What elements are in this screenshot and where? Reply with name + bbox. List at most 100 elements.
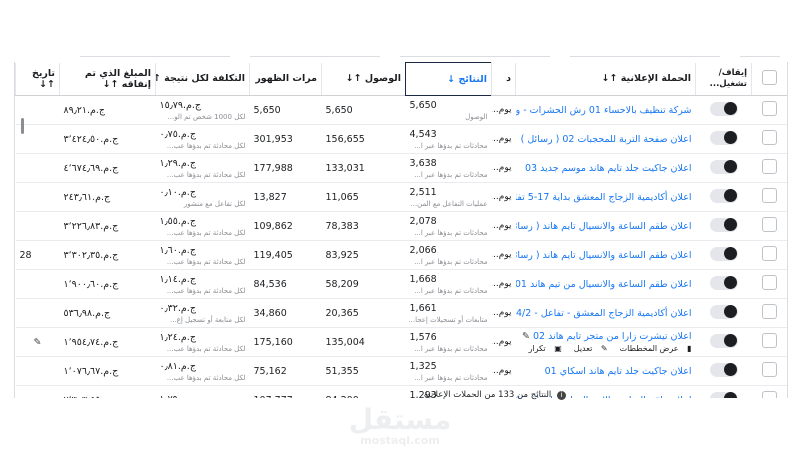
table-row[interactable]: اعلان طقم الساعة والانسيال تايم هاند ( ر… [15,385,787,398]
row-checkbox[interactable] [762,304,777,319]
toggle-cell[interactable] [695,153,752,183]
campaign-toggle[interactable] [709,217,738,232]
table-row[interactable]: اعلان طقم الساعة والانسيال من تيم هاند 0… [15,269,787,299]
table-row[interactable]: اعلان جاكيت جلد تايم هاند موسم جديد 03 يو… [15,153,787,183]
table-row[interactable]: اعلان صفحة التربة للمحجبات 02 ( رسائل ) ي… [15,124,787,154]
duplicate-link[interactable]: ▣ تكرار [523,344,562,353]
more-icon[interactable]: ••• [516,344,517,353]
toggle-cell[interactable] [695,95,752,125]
campaign-toggle[interactable] [709,304,738,319]
info-icon[interactable]: i [557,391,566,400]
row-checkbox[interactable] [762,159,777,174]
campaign-toggle[interactable] [709,362,738,377]
campaign-toggle[interactable] [709,101,738,116]
campaign-name-link[interactable]: اعلان طقم الساعة والانسيال تايم هاند ( ر… [516,250,692,261]
campaign-toggle[interactable] [709,246,738,261]
horizontal-scroll-thumb[interactable] [21,118,24,134]
campaign-cell[interactable]: اعلان أكاديمية الزجاج المعشق - تفاعل - 2… [515,298,696,328]
row-select-cell[interactable] [751,240,787,270]
row-checkbox[interactable] [762,275,777,290]
amount-spent-column-header[interactable]: المبلغ الذي تم إنفاقه ↑↓ [59,62,156,96]
row-select-cell[interactable] [751,269,787,299]
row-checkbox[interactable] [762,391,777,398]
table-row[interactable]: اعلان طقم الساعة والانسيال تايم هاند ( ر… [15,240,787,270]
date-cell: ✎ [15,327,60,357]
campaign-toggle[interactable] [709,159,738,174]
row-checkbox[interactable] [762,188,777,203]
results-type: محادثات تم بدؤها عبر ا... [414,344,488,353]
table-header-row: إيقاف/ تشغيل... الحملة الإعلانية ↑↓ د ال… [15,62,787,96]
campaign-cell[interactable]: اعلان جاكيت جلد تايم هاند موسم جديد 03 [515,153,696,183]
table-row[interactable]: شركة تنظيف بالاحساء 01 رش الحشرات - وصول… [15,95,787,125]
spent-cell: ج.م.٣٬٢٢٦٫٨٣ [59,211,156,241]
table-row[interactable]: اعلان أكاديمية الزجاج المعشق بداية 17-5 … [15,182,787,212]
table-row[interactable]: اعلان أكاديمية الزجاج المعشق - تفاعل - 2… [15,298,787,328]
row-select-cell[interactable] [751,211,787,241]
toggle-column-header[interactable]: إيقاف/ تشغيل... [695,62,752,96]
campaign-toggle[interactable] [709,333,738,348]
campaign-cell[interactable]: اعلان طقم الساعة والانسيال تايم هاند ( ر… [515,211,696,241]
campaign-cell[interactable]: اعلان صفحة التربة للمحجبات 02 ( رسائل ) [515,124,696,154]
campaign-column-header[interactable]: الحملة الإعلانية ↑↓ [515,62,696,96]
table-row[interactable]: اعلان جاكيت جلد تايم هاند اسكاي 01 يوم...… [15,356,787,386]
table-row[interactable]: اعلان طقم الساعة والانسيال تايم هاند ( ر… [15,211,787,241]
row-select-cell[interactable] [751,153,787,183]
row-checkbox[interactable] [762,101,777,116]
cost-per-result-column-header[interactable]: التكلفة لكل نتيجة ↑↓ [155,62,250,96]
campaign-cell[interactable]: اعلان تيشرت زارا من متجر تايم هاند 02 ✎ ▮… [515,327,696,357]
row-select-cell[interactable] [751,182,787,212]
toggle-cell[interactable] [695,124,752,154]
campaign-cell[interactable]: شركة تنظيف بالاحساء 01 رش الحشرات - وصول [515,95,696,125]
toggle-cell[interactable] [695,298,752,328]
row-checkbox[interactable] [762,362,777,377]
select-all-checkbox[interactable] [762,69,778,85]
row-select-cell[interactable] [751,298,787,328]
row-select-cell[interactable] [751,356,787,386]
campaign-name-link[interactable]: اعلان صفحة التربة للمحجبات 02 ( رسائل ) [521,134,692,145]
campaign-name-link[interactable]: اعلان جاكيت جلد تايم هاند اسكاي 01 [545,366,692,377]
toggle-cell[interactable] [695,356,752,386]
row-select-cell[interactable] [751,95,787,125]
view-charts-link[interactable]: ▮ عرض المخططات [614,344,692,353]
row-select-cell[interactable] [751,327,787,357]
select-all-header[interactable] [751,62,787,96]
watermark-subtext: mostaql.com [360,434,440,447]
toggle-cell[interactable] [695,269,752,299]
row-select-cell[interactable] [751,124,787,154]
toggle-cell[interactable] [695,240,752,270]
toggle-cell[interactable] [695,182,752,212]
campaign-cell[interactable]: اعلان طقم الساعة والانسيال من تيم هاند 0… [515,269,696,299]
edit-link[interactable]: ✎ تعديل [568,344,608,353]
campaign-toggle[interactable] [709,188,738,203]
impressions-column-header[interactable]: مرات الظهور ↑↓ [249,62,322,96]
campaign-toggle[interactable] [709,275,738,290]
results-column-header[interactable]: النتائج ↓ [405,62,492,96]
delivery-column-header[interactable]: د [491,62,516,96]
cost-type: لكل محادثة تم بدؤها عب... [166,228,246,237]
campaign-name-link[interactable]: اعلان أكاديمية الزجاج المعشق بداية 17-5 … [516,192,692,203]
campaign-name-link[interactable]: اعلان تيشرت زارا من متجر تايم هاند 02 [533,331,692,342]
campaign-name-link[interactable]: شركة تنظيف بالاحساء 01 رش الحشرات - وصول [516,105,692,116]
row-select-cell[interactable] [751,385,787,398]
campaign-toggle[interactable] [709,130,738,145]
pencil-icon[interactable]: ✎ [34,337,42,348]
campaign-name-link[interactable]: اعلان طقم الساعة والانسيال تايم هاند ( ر… [516,221,692,232]
row-checkbox[interactable] [762,130,777,145]
toggle-cell[interactable] [695,327,752,357]
reach-column-header[interactable]: الوصول ↑↓ [321,62,406,96]
row-checkbox[interactable] [762,333,777,348]
campaign-cell[interactable]: اعلان طقم الساعة والانسيال تايم هاند ( ر… [515,240,696,270]
campaign-name-link[interactable]: اعلان طقم الساعة والانسيال من تيم هاند 0… [516,279,692,290]
campaign-name-link[interactable]: اعلان أكاديمية الزجاج المعشق - تفاعل - 2… [516,308,692,319]
date-column-header[interactable]: تاريخ ↑↓ [15,62,60,96]
campaign-cell[interactable]: اعلان جاكيت جلد تايم هاند اسكاي 01 [515,356,696,386]
pencil-icon[interactable]: ✎ [522,331,530,342]
row-checkbox[interactable] [762,217,777,232]
toggle-cell[interactable] [695,211,752,241]
table-row[interactable]: اعلان تيشرت زارا من متجر تايم هاند 02 ✎ ▮… [15,327,787,357]
campaign-cell[interactable]: اعلان أكاديمية الزجاج المعشق بداية 17-5 … [515,182,696,212]
row-checkbox[interactable] [762,246,777,261]
toggle-cell[interactable] [695,385,752,398]
campaign-name-link[interactable]: اعلان جاكيت جلد تايم هاند موسم جديد 03 [525,163,691,174]
campaigns-table-frame: إيقاف/ تشغيل... الحملة الإعلانية ↑↓ د ال… [14,62,788,398]
